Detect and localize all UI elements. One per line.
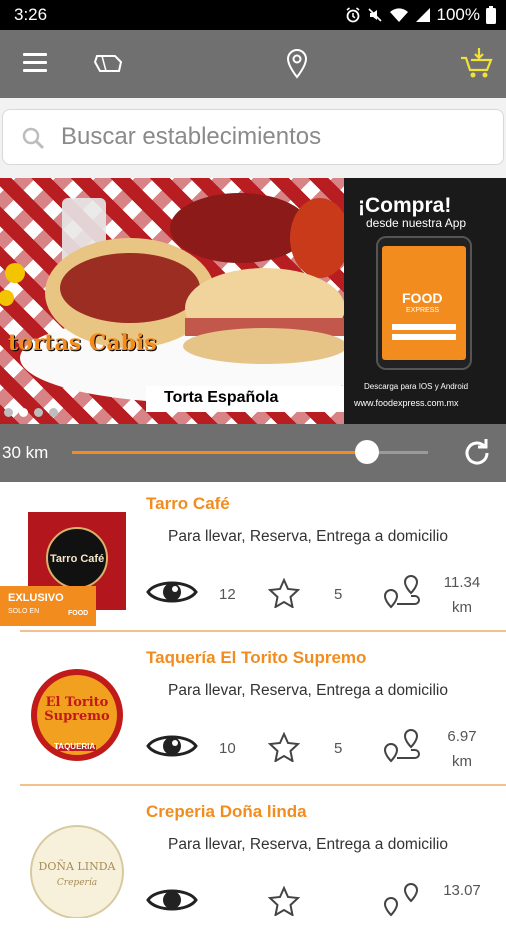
eye-icon xyxy=(146,889,198,911)
eye-icon xyxy=(146,735,198,757)
rating-value: 5 xyxy=(334,586,343,603)
establishment-logo: DOÑA LINDA Crepería xyxy=(28,820,126,919)
signal-icon xyxy=(415,8,430,22)
location-pin-icon[interactable] xyxy=(285,48,309,80)
banner-brand-text: tortas Cabis xyxy=(8,330,157,356)
refresh-icon[interactable] xyxy=(460,436,494,470)
app-sub: EXPRESS xyxy=(406,307,440,314)
search-placeholder: Buscar establecimientos xyxy=(61,123,322,150)
route-icon xyxy=(383,728,420,763)
card-divider xyxy=(20,630,506,632)
establishment-card[interactable]: Tarro Café Tarro Café EXLUSIVO SOLO EN F… xyxy=(0,482,506,632)
badge-title: EXLUSIVO xyxy=(8,592,64,604)
banner-product: Torta Española xyxy=(164,389,279,406)
distance-unit: km xyxy=(452,599,472,616)
distance-label: 30 km xyxy=(2,443,49,462)
banner-product-bar: Torta Española xyxy=(146,386,344,412)
ticket-icon[interactable] xyxy=(93,52,125,74)
phone-mockup: FOOD EXPRESS xyxy=(376,236,472,370)
eye-icon xyxy=(146,581,198,603)
status-time: 3:26 xyxy=(14,5,48,24)
distance-value: 6.97 xyxy=(447,728,477,745)
mute-icon xyxy=(367,8,382,22)
establishment-name[interactable]: Taquería El Torito Supremo xyxy=(146,648,366,668)
download-text: Descarga para IOS y Android xyxy=(364,382,469,391)
promo-url: www.foodexpress.com.mx xyxy=(354,398,459,408)
establishment-card[interactable]: Taquería El Torito Supremo El Torito Sup… xyxy=(0,636,506,786)
distance-value: 13.07 xyxy=(443,882,481,899)
star-icon xyxy=(268,578,300,608)
establishment-logo: El Torito Supremo TAQUERIA xyxy=(28,666,126,764)
carousel-dot[interactable] xyxy=(4,408,13,417)
wifi-icon xyxy=(389,8,408,22)
star-icon xyxy=(268,732,300,762)
alarm-icon xyxy=(346,7,360,23)
carousel-dots xyxy=(4,408,58,417)
establishment-services: Para llevar, Reserva, Entrega a domicili… xyxy=(168,682,448,699)
card-divider xyxy=(20,784,506,786)
logo-text-2: TAQUERIA xyxy=(54,742,96,751)
logo-text: DOÑA LINDA xyxy=(38,860,116,873)
logo-text-2: Crepería xyxy=(56,878,98,888)
distance-value: 11.34 xyxy=(443,574,481,591)
distance-filter: 30 km xyxy=(0,424,506,485)
battery-percent: 100% xyxy=(436,5,480,24)
carousel-dot[interactable] xyxy=(34,408,43,417)
cart-download-icon[interactable] xyxy=(460,46,494,80)
search-input[interactable]: Buscar establecimientos xyxy=(2,109,504,165)
establishment-name[interactable]: Tarro Café xyxy=(146,494,230,514)
views-count: 12 xyxy=(219,586,236,603)
establishment-services: Para llevar, Reserva, Entrega a domicili… xyxy=(168,528,448,545)
star-icon xyxy=(268,886,300,916)
search-area: Buscar establecimientos xyxy=(0,98,506,178)
badge-brand: FOOD xyxy=(68,610,89,617)
exclusive-badge: EXLUSIVO SOLO EN FOOD xyxy=(0,586,96,626)
route-icon xyxy=(383,882,419,917)
logo-text: Tarro Café xyxy=(50,553,105,565)
carousel-dot[interactable] xyxy=(49,408,58,417)
battery-icon xyxy=(486,6,496,24)
search-icon xyxy=(22,127,45,150)
promo-title: ¡Compra! xyxy=(358,194,452,217)
menu-icon[interactable] xyxy=(23,52,47,72)
app-bar xyxy=(0,30,506,98)
rating-value: 5 xyxy=(334,740,343,757)
establishment-services: Para llevar, Reserva, Entrega a domicili… xyxy=(168,836,448,853)
establishment-card[interactable]: Creperia Doña linda DOÑA LINDA Crepería … xyxy=(0,790,506,940)
promo-subtitle: desde nuestra App xyxy=(366,216,467,230)
status-bar: 3:26 100% xyxy=(0,0,506,30)
banner-app-promo: ¡Compra! desde nuestra App FOOD EXPRESS … xyxy=(344,178,506,424)
logo-text: El Torito Supremo xyxy=(44,695,110,724)
promo-banner[interactable]: tortas Cabis Torta Española ¡Compra! des… xyxy=(0,178,506,424)
distance-unit: km xyxy=(452,753,472,770)
views-count: 10 xyxy=(219,740,236,757)
distance-slider-fill xyxy=(72,451,368,454)
distance-slider-thumb[interactable] xyxy=(355,440,380,464)
app-name: FOOD xyxy=(402,290,443,306)
badge-sub: SOLO EN xyxy=(8,608,40,615)
carousel-dot-active[interactable] xyxy=(19,408,28,417)
route-icon xyxy=(383,574,420,609)
establishment-name[interactable]: Creperia Doña linda xyxy=(146,802,307,822)
